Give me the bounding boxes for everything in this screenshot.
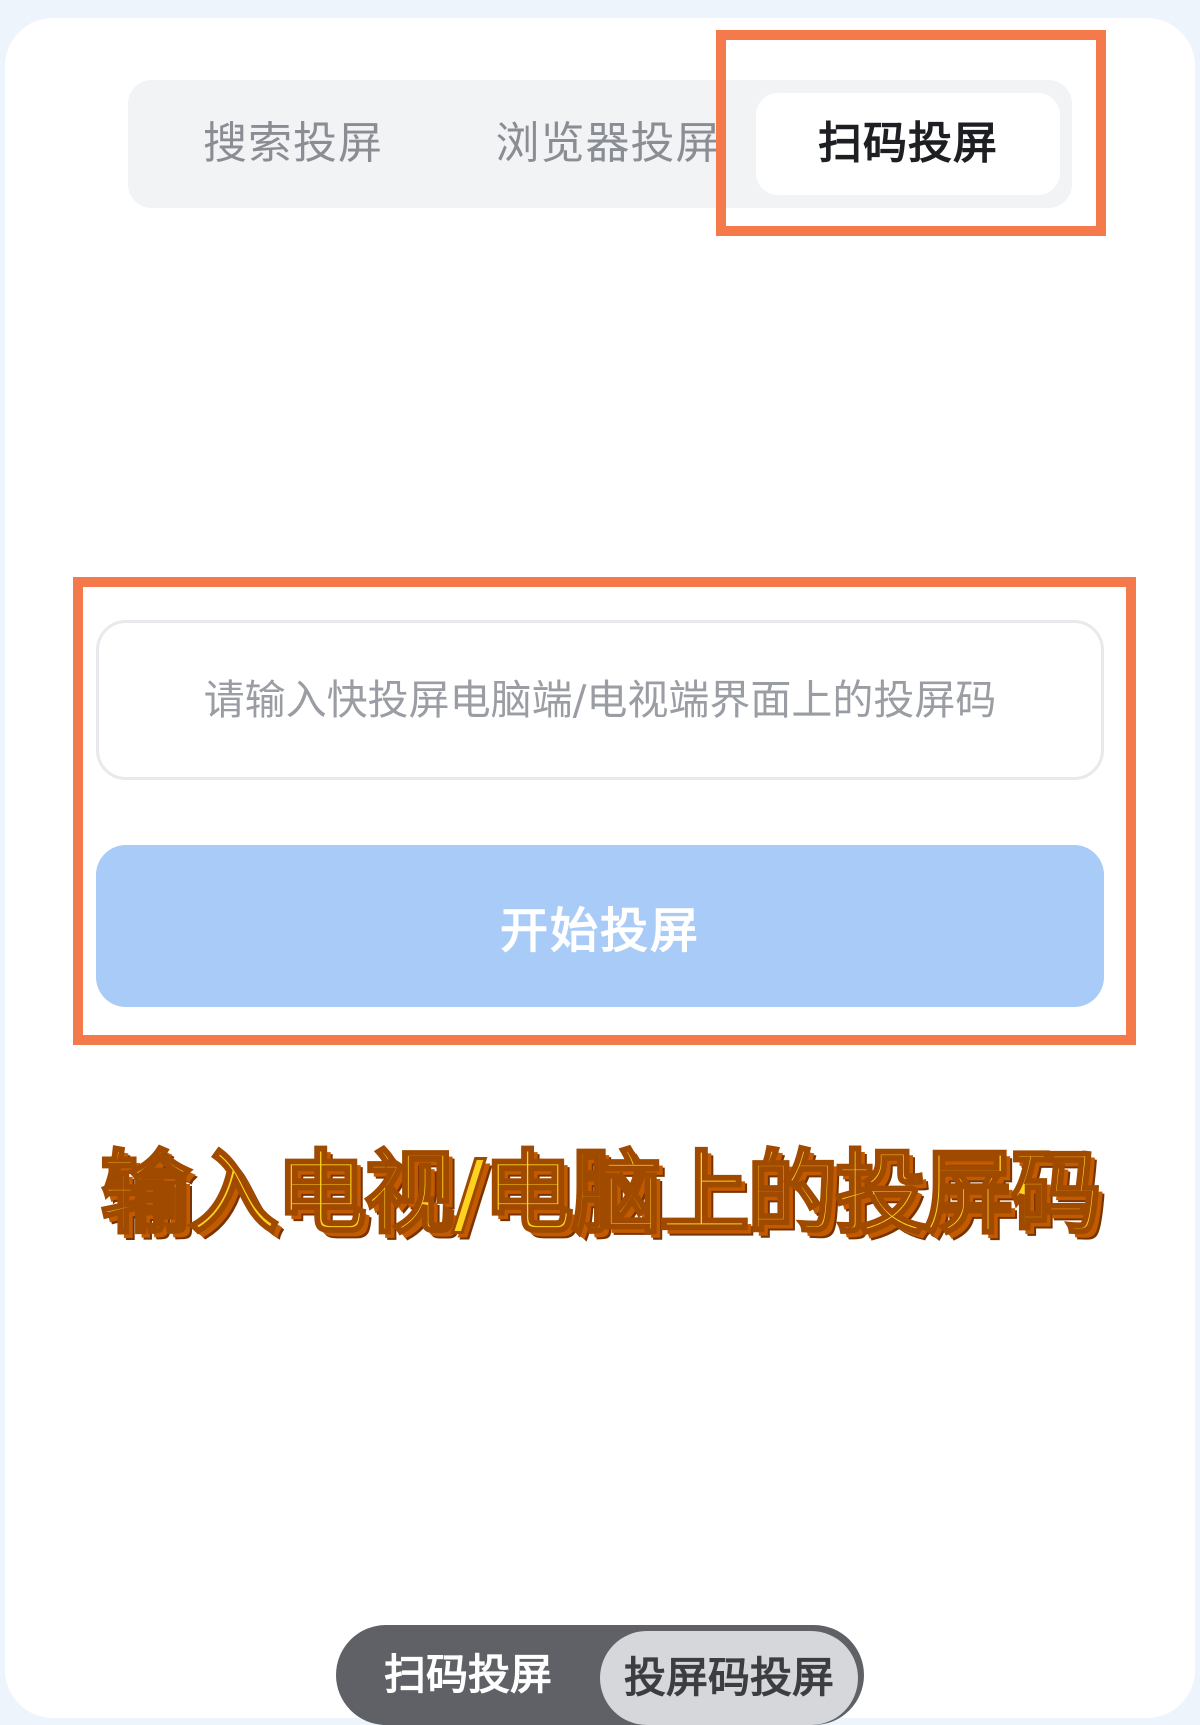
tab-browser-cast[interactable]: 浏览器投屏 — [458, 80, 758, 208]
toggle-scan-cast[interactable]: 扫码投屏 — [336, 1625, 600, 1725]
highlight-box-tab — [716, 30, 1106, 236]
instruction-caption: 输入电视/电脑上的投屏码 — [99, 1140, 1103, 1248]
toggle-code-cast[interactable]: 投屏码投屏 — [600, 1631, 858, 1725]
bottom-mode-toggle: 扫码投屏 投屏码投屏 — [336, 1625, 864, 1725]
highlight-box-form — [73, 577, 1136, 1045]
tab-search-cast[interactable]: 搜索投屏 — [158, 80, 428, 208]
